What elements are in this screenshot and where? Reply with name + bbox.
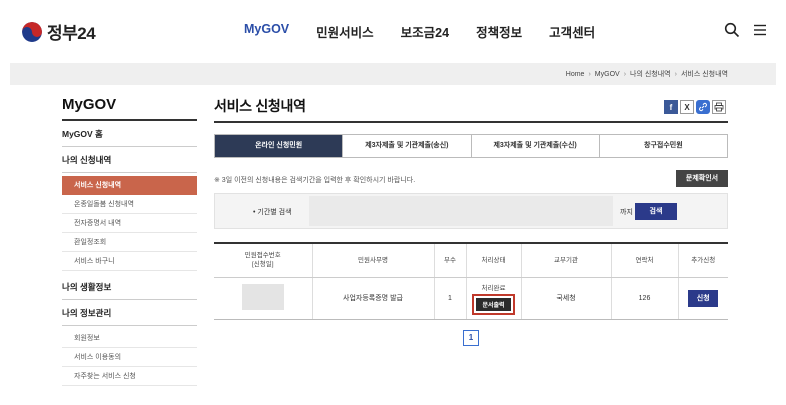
breadcrumb-separator: ›	[674, 70, 677, 78]
tab-online-applications[interactable]: 온라인 신청민원	[215, 135, 343, 157]
sidebar-item-info-management[interactable]: 나의 정보관리	[62, 300, 197, 326]
breadcrumb-current: 서비스 신청내역	[680, 71, 728, 78]
sidebar-sub-service-basket[interactable]: 서비스 바구니	[62, 252, 197, 271]
redacted-receipt-number	[241, 284, 284, 310]
main-content: 서비스 신청내역 f X 온라인 신청민원 제3자제출 및 기관제출(송신) 제…	[214, 96, 728, 346]
global-nav: MyGOV 민원서비스 보조금24 정책정보 고객센터	[244, 22, 622, 41]
search-label: • 기간별 검색	[253, 209, 292, 216]
search-box: • 기간별 검색 까지 검색	[214, 193, 728, 229]
pagination-page-1[interactable]: 1	[463, 330, 479, 346]
breadcrumb-home[interactable]: Home	[566, 71, 585, 78]
sidebar-sub-allday-care[interactable]: 온종일돌봄 신청내역	[62, 195, 197, 214]
search-until-label: 까지	[620, 209, 633, 216]
search-icon[interactable]	[724, 22, 740, 38]
sidebar-sub-e-certificates[interactable]: 전자증명서 내역	[62, 214, 197, 233]
breadcrumb: Home › MyGOV › 나의 신청내역 › 서비스 신청내역	[566, 69, 728, 79]
table-row: 사업자등록증명 발급 1 처리완료 문서출력 국세청 126 신청	[214, 277, 728, 320]
col-additional-apply: 추가신청	[677, 242, 728, 278]
facebook-icon[interactable]: f	[664, 100, 678, 114]
contact-cell: 126	[610, 277, 678, 320]
tab-counter-applications[interactable]: 창구접수민원	[598, 135, 727, 157]
table-header-row: 민원접수번호 [신청일] 민원사무명 부수 처리상태 교부기관 연락처 추가신청	[214, 242, 728, 278]
col-copies: 부수	[433, 242, 466, 278]
sidebar-sub-refund-inquiry[interactable]: 환일정조회	[62, 233, 197, 252]
page-title: 서비스 신청내역	[214, 98, 306, 114]
col-status: 처리상태	[465, 242, 521, 278]
search-button[interactable]: 검색	[635, 203, 677, 220]
share-tools: f X	[662, 100, 726, 114]
tab-third-party-sent[interactable]: 제3자제출 및 기관제출(송신)	[342, 135, 471, 157]
document-print-button[interactable]: 문서출력	[472, 293, 515, 315]
sidebar-item-mygov-home[interactable]: MyGOV 홈	[62, 121, 197, 147]
taegeuk-logo-icon	[22, 21, 42, 42]
document-print-label: 문서출력	[476, 297, 511, 311]
sidebar-sub-member-info[interactable]: 회원정보	[62, 329, 197, 348]
sidebar-submenu: 회원정보 서비스 이용동의 자주찾는 서비스 신청	[62, 326, 197, 389]
apply-cell: 신청	[677, 277, 728, 320]
tab-bar: 온라인 신청민원 제3자제출 및 기관제출(송신) 제3자제출 및 기관제출(수…	[214, 134, 728, 158]
status-cell: 처리완료 문서출력	[465, 277, 521, 320]
breadcrumb-mygov[interactable]: MyGOV	[595, 71, 620, 78]
breadcrumb-my-applications[interactable]: 나의 신청내역	[630, 69, 671, 79]
col-receipt-number: 민원접수번호 [신청일]	[214, 242, 312, 278]
apply-button[interactable]: 신청	[688, 289, 719, 307]
password-check-button[interactable]: 문제확인서	[676, 170, 728, 187]
notice-text: ※ 3일 이전의 신청내용은 검색기간을 입력한 후 확인하시기 바랍니다.	[214, 177, 416, 184]
menu-icon[interactable]	[752, 22, 768, 38]
sidebar-sub-service-consent[interactable]: 서비스 이용동의	[62, 348, 197, 367]
sidebar-item-life-info[interactable]: 나의 생활정보	[62, 274, 197, 300]
sidebar: MyGOV MyGOV 홈 나의 신청내역 서비스 신청내역 온종일돌봄 신청내…	[62, 96, 197, 389]
date-range-input[interactable]	[309, 196, 613, 226]
nav-mygov[interactable]: MyGOV	[244, 22, 289, 41]
service-name-cell: 사업자등록증명 발급	[311, 277, 434, 320]
breadcrumb-separator: ›	[623, 70, 627, 78]
col-service-name: 민원사무명	[311, 242, 434, 278]
sidebar-item-my-applications[interactable]: 나의 신청내역	[62, 147, 197, 173]
logo-text: 정부24	[47, 24, 96, 43]
applications-table: 민원접수번호 [신청일] 민원사무명 부수 처리상태 교부기관 연락처 추가신청…	[214, 242, 728, 320]
tab-third-party-received[interactable]: 제3자제출 및 기관제출(수신)	[470, 135, 599, 157]
col-agency: 교부기관	[520, 242, 611, 278]
nav-civil-service[interactable]: 민원서비스	[316, 22, 374, 41]
nav-subsidy24[interactable]: 보조금24	[401, 22, 449, 41]
nav-policy-info[interactable]: 정책정보	[476, 22, 522, 41]
sidebar-submenu: 서비스 신청내역 온종일돌봄 신청내역 전자증명서 내역 환일정조회 서비스 바…	[62, 173, 197, 274]
breadcrumb-separator: ›	[588, 70, 591, 78]
header-icons	[712, 22, 768, 38]
sidebar-title: MyGOV	[62, 96, 197, 121]
link-icon[interactable]	[696, 100, 710, 114]
header: 정부24 MyGOV 민원서비스 보조금24 정책정보 고객센터	[0, 0, 786, 62]
col-contact: 연락처	[610, 242, 678, 278]
receipt-number-cell	[214, 277, 312, 320]
sidebar-sub-favorite-services[interactable]: 자주찾는 서비스 신청	[62, 367, 197, 386]
x-icon[interactable]: X	[680, 100, 694, 114]
breadcrumb-bar: Home › MyGOV › 나의 신청내역 › 서비스 신청내역	[10, 63, 776, 85]
title-divider	[214, 121, 728, 123]
copies-cell: 1	[433, 277, 466, 320]
logo[interactable]: 정부24	[22, 19, 96, 44]
status-text: 처리완료	[481, 284, 506, 292]
print-icon[interactable]	[712, 100, 726, 114]
nav-customer-center[interactable]: 고객센터	[549, 22, 595, 41]
agency-cell: 국세청	[520, 277, 611, 320]
sidebar-sub-service-applications[interactable]: 서비스 신청내역	[62, 176, 197, 195]
